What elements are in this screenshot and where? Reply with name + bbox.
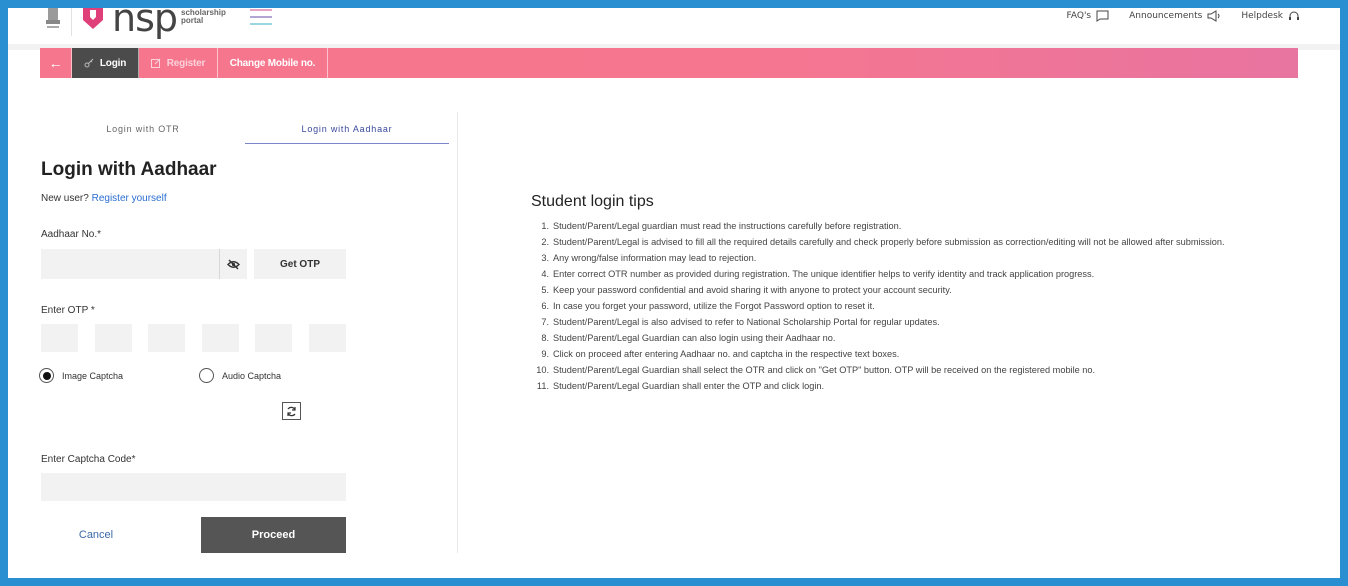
hamburger-menu-icon[interactable] (250, 9, 272, 27)
get-otp-button[interactable]: Get OTP (254, 249, 346, 279)
nav-change-mobile[interactable]: Change Mobile no. (218, 48, 328, 78)
otp-digit-4[interactable] (202, 324, 239, 352)
otp-digit-2[interactable] (95, 324, 132, 352)
audio-captcha-radio[interactable]: Audio Captcha (199, 368, 281, 383)
tip-text: In case you forget your password, utiliz… (553, 301, 875, 311)
tip-item: 11. Student/Parent/Legal Guardian shall e… (531, 378, 1291, 394)
tab-login-with-otr[interactable]: Login with OTR (41, 120, 245, 144)
tip-number: 6. (541, 301, 549, 311)
announcements-link[interactable]: Announcements (1129, 10, 1221, 22)
tip-text: Enter correct OTR number as provided dur… (553, 269, 1095, 279)
tip-text: Student/Parent/Legal is also advised to … (553, 317, 940, 327)
otp-digit-3[interactable] (148, 324, 185, 352)
aadhaar-label: Aadhaar No.* (41, 229, 102, 240)
otp-digit-6[interactable] (309, 324, 346, 352)
key-icon (84, 58, 94, 68)
tip-text: Student/Parent/Legal Guardian shall sele… (553, 365, 1096, 375)
radio-circle (199, 368, 214, 383)
browser-viewport: nsp national scholarship portal FAQ's An… (8, 8, 1340, 578)
tip-item: 8. Student/Parent/Legal Guardian can also… (531, 330, 1291, 346)
back-button[interactable]: ← (40, 48, 72, 78)
logo-subtitle: national scholarship portal (181, 8, 226, 25)
tip-number: 11. (536, 381, 549, 391)
new-user-text: New user? Register yourself (41, 193, 167, 204)
nsp-shield-logo-icon[interactable] (82, 8, 104, 30)
faqs-link[interactable]: FAQ's (1067, 10, 1110, 22)
tip-number: 8. (541, 333, 549, 343)
radio-circle (39, 368, 54, 383)
tip-number: 4. (541, 269, 549, 279)
login-tabs: Login with OTR Login with Aadhaar (41, 120, 449, 144)
captcha-code-input[interactable] (41, 473, 346, 501)
refresh-icon (287, 406, 296, 416)
national-emblem-icon (46, 8, 60, 28)
nav-login[interactable]: Login (72, 48, 139, 78)
aadhaar-input[interactable] (41, 249, 219, 279)
tip-item: 9. Click on proceed after entering Aadhaa… (531, 346, 1291, 362)
tip-number: 1. (541, 221, 549, 231)
radio-dot (42, 371, 51, 380)
tip-item: 10. Student/Parent/Legal Guardian shall s… (531, 362, 1291, 378)
edit-icon (150, 58, 161, 68)
otp-label: Enter OTP * (41, 305, 95, 316)
top-links: FAQ's Announcements Helpdesk (1047, 8, 1300, 24)
vertical-divider (457, 112, 458, 553)
logo-separator (71, 8, 72, 36)
tip-item: 5. Keep your password confidential and av… (531, 282, 1291, 298)
eye-slash-icon (227, 259, 240, 269)
tip-number: 10. (536, 365, 549, 375)
tip-item: 4. Enter correct OTR number as provided d… (531, 266, 1291, 282)
image-captcha-radio[interactable]: Image Captcha (39, 368, 123, 383)
tips-list: 1. Student/Parent/Legal guardian must rea… (531, 218, 1291, 394)
tip-number: 5. (541, 285, 549, 295)
tip-item: 6. In case you forget your password, util… (531, 298, 1291, 314)
tip-item: 2. Student/Parent/Legal is advised to fil… (531, 234, 1291, 250)
tip-text: Student/Parent/Legal Guardian can also l… (553, 333, 836, 343)
logo-text[interactable]: nsp (112, 8, 178, 40)
helpdesk-link[interactable]: Helpdesk (1241, 10, 1300, 22)
chat-icon (1096, 10, 1109, 22)
tip-text: Any wrong/false information may lead to … (553, 253, 757, 263)
tip-text: Keep your password confidential and avoi… (553, 285, 952, 295)
otp-digit-5[interactable] (255, 324, 292, 352)
site-header: nsp national scholarship portal FAQ's An… (8, 8, 1340, 44)
cancel-button[interactable]: Cancel (41, 517, 151, 553)
tab-login-with-aadhaar[interactable]: Login with Aadhaar (245, 120, 449, 144)
nav-bar: ← Login Register Change Mobile no. (40, 48, 1298, 78)
tip-number: 2. (541, 237, 549, 247)
tip-text: Student/Parent/Legal guardian must read … (553, 221, 902, 231)
tip-number: 9. (541, 349, 549, 359)
register-yourself-link[interactable]: Register yourself (92, 193, 167, 204)
tip-text: Student/Parent/Legal is advised to fill … (553, 237, 1225, 247)
captcha-code-label: Enter Captcha Code* (41, 454, 136, 465)
headset-icon (1289, 11, 1299, 20)
tip-item: 3. Any wrong/false information may lead t… (531, 250, 1291, 266)
toggle-visibility-button[interactable] (219, 249, 247, 279)
tips-title: Student login tips (531, 193, 654, 210)
tip-text: Click on proceed after entering Aadhaar … (553, 349, 900, 359)
refresh-captcha-button[interactable] (282, 402, 301, 420)
nav-register[interactable]: Register (139, 48, 218, 78)
tip-item: 1. Student/Parent/Legal guardian must rea… (531, 218, 1291, 234)
tip-number: 7. (541, 317, 549, 327)
tip-number: 3. (541, 253, 549, 263)
otp-digit-1[interactable] (41, 324, 78, 352)
megaphone-icon (1207, 10, 1220, 22)
tip-text: Student/Parent/Legal Guardian shall ente… (553, 381, 825, 391)
form-title: Login with Aadhaar (41, 159, 217, 180)
arrow-left-icon: ← (48, 55, 63, 71)
proceed-button[interactable]: Proceed (201, 517, 346, 553)
tip-item: 7. Student/Parent/Legal is also advised t… (531, 314, 1291, 330)
